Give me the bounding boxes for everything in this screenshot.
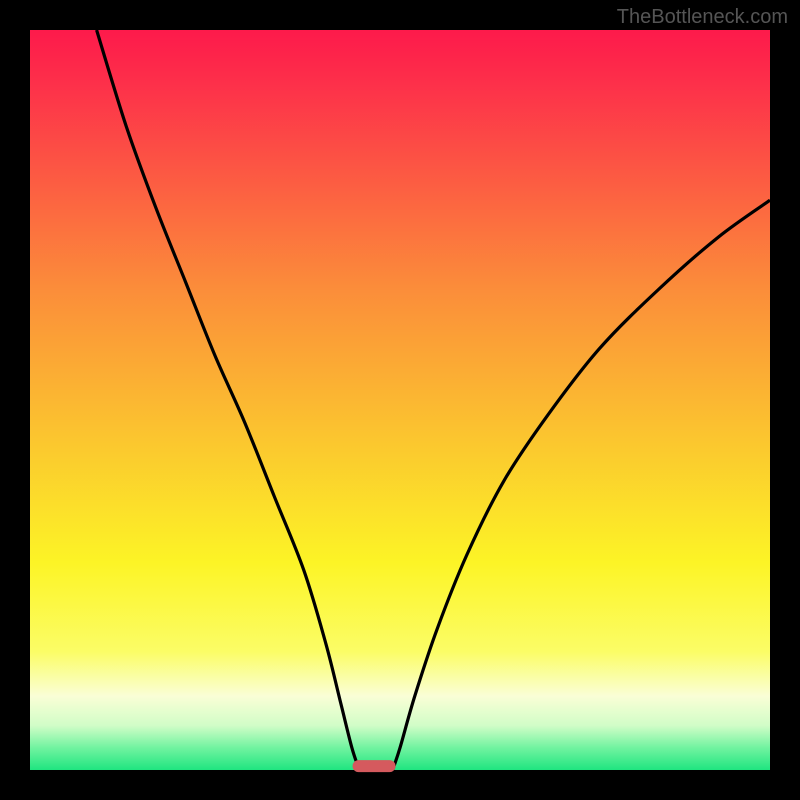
plot-area	[30, 30, 770, 770]
left-curve	[97, 30, 360, 770]
right-curve	[393, 200, 770, 770]
watermark-text: TheBottleneck.com	[617, 6, 788, 29]
curves-layer	[30, 30, 770, 770]
bottleneck-marker	[353, 760, 396, 772]
chart-container: TheBottleneck.com	[0, 0, 800, 800]
